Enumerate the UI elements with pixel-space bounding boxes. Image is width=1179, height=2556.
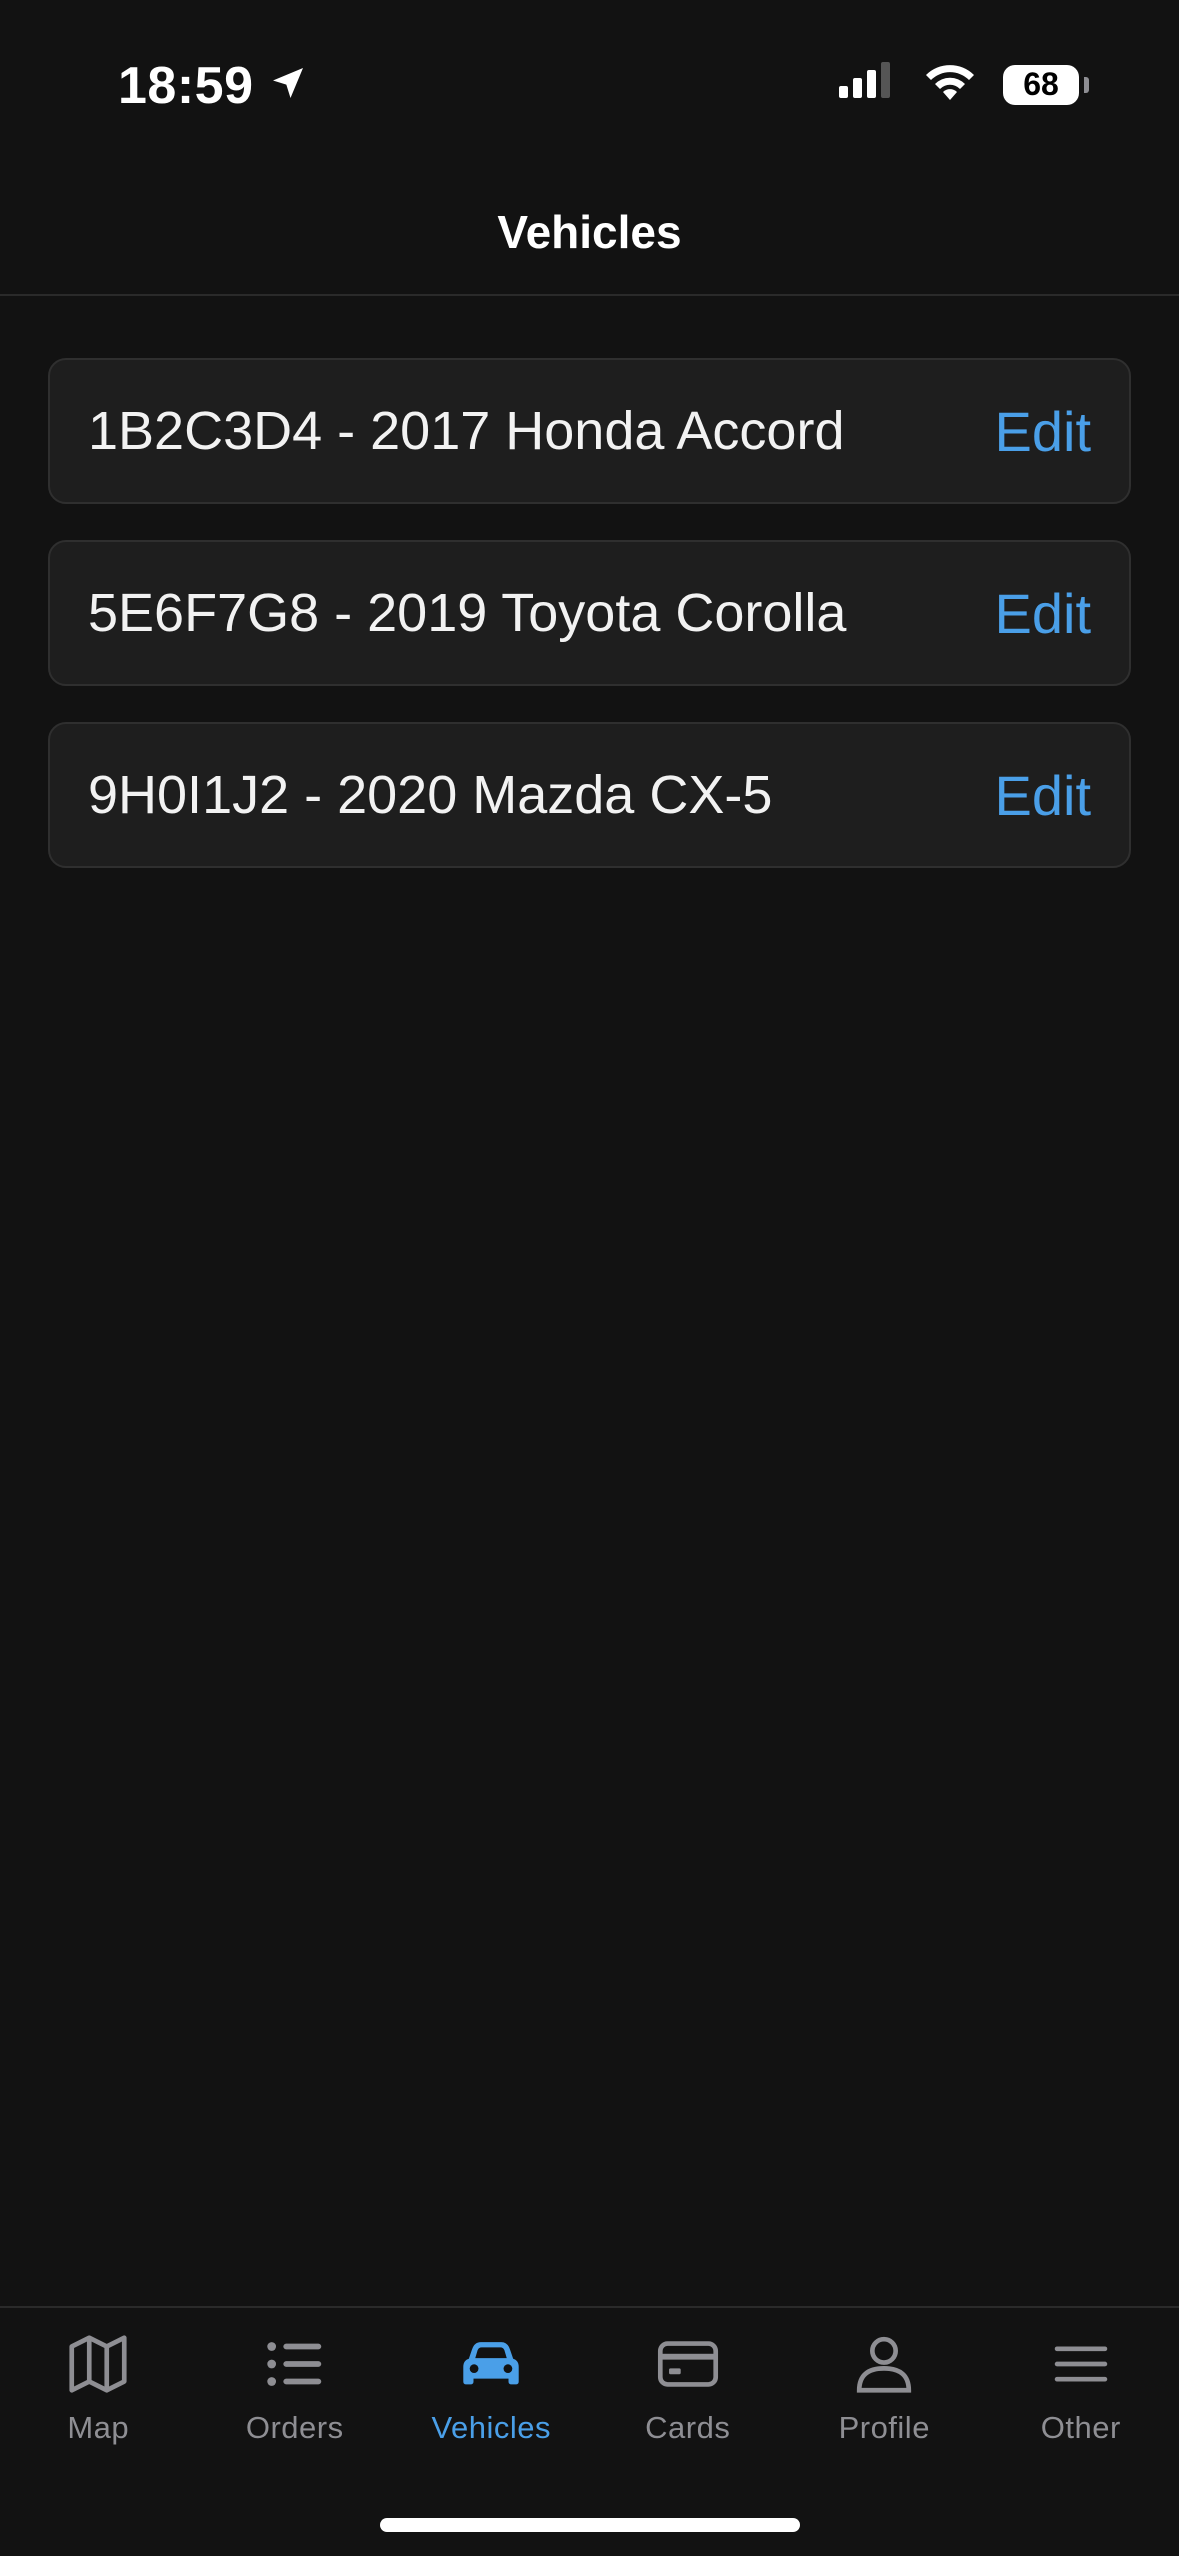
page-title: Vehicles <box>497 206 682 258</box>
battery-level: 68 <box>1023 66 1059 102</box>
home-indicator[interactable] <box>380 2518 800 2532</box>
status-bar: 18:59 68 <box>0 0 1179 170</box>
tab-label: Profile <box>838 2410 930 2445</box>
map-icon <box>62 2328 134 2400</box>
status-time: 18:59 <box>118 56 308 116</box>
edit-vehicle-button[interactable]: Edit <box>995 399 1092 464</box>
edit-vehicle-button[interactable]: Edit <box>995 763 1092 828</box>
cellular-signal-icon <box>837 62 897 107</box>
menu-icon <box>1045 2328 1117 2400</box>
vehicle-label: 9H0I1J2 - 2020 Mazda CX-5 <box>88 765 773 825</box>
tab-label: Cards <box>645 2410 731 2445</box>
tab-cards[interactable]: Cards <box>590 2328 787 2478</box>
status-indicators: 68 <box>837 62 1089 107</box>
tab-label: Orders <box>245 2410 344 2445</box>
battery-icon: 68 <box>1003 64 1089 105</box>
tab-vehicles[interactable]: Vehicles <box>393 2328 590 2478</box>
tab-orders[interactable]: Orders <box>197 2328 394 2478</box>
person-icon <box>848 2328 920 2400</box>
location-arrow-icon <box>268 56 308 116</box>
list-icon <box>259 2328 331 2400</box>
vehicle-row[interactable]: 5E6F7G8 - 2019 Toyota Corolla Edit <box>48 540 1131 686</box>
vehicle-label: 1B2C3D4 - 2017 Honda Accord <box>88 401 845 461</box>
tab-label: Map <box>67 2410 130 2445</box>
tab-label: Vehicles <box>431 2410 551 2445</box>
wifi-icon <box>923 62 977 107</box>
tab-profile[interactable]: Profile <box>786 2328 983 2478</box>
tab-map[interactable]: Map <box>0 2328 197 2478</box>
vehicle-row[interactable]: 9H0I1J2 - 2020 Mazda CX-5 Edit <box>48 722 1131 868</box>
clock-text: 18:59 <box>118 57 254 115</box>
vehicles-screen: 18:59 68 Vehicles 1B2C3D4 - 2017 Honda A… <box>0 0 1179 2556</box>
battery-cap <box>1084 76 1089 93</box>
car-icon <box>455 2328 527 2400</box>
credit-card-icon <box>652 2328 724 2400</box>
tab-label: Other <box>1040 2410 1121 2445</box>
vehicle-row[interactable]: 1B2C3D4 - 2017 Honda Accord Edit <box>48 358 1131 504</box>
navigation-header: Vehicles <box>0 170 1179 296</box>
vehicle-list: 1B2C3D4 - 2017 Honda Accord Edit 5E6F7G8… <box>48 358 1131 904</box>
tab-bar: Map Orders Vehicles Cards Profile Other <box>0 2306 1179 2556</box>
edit-vehicle-button[interactable]: Edit <box>995 581 1092 646</box>
vehicle-label: 5E6F7G8 - 2019 Toyota Corolla <box>88 583 847 643</box>
tab-other[interactable]: Other <box>983 2328 1179 2478</box>
